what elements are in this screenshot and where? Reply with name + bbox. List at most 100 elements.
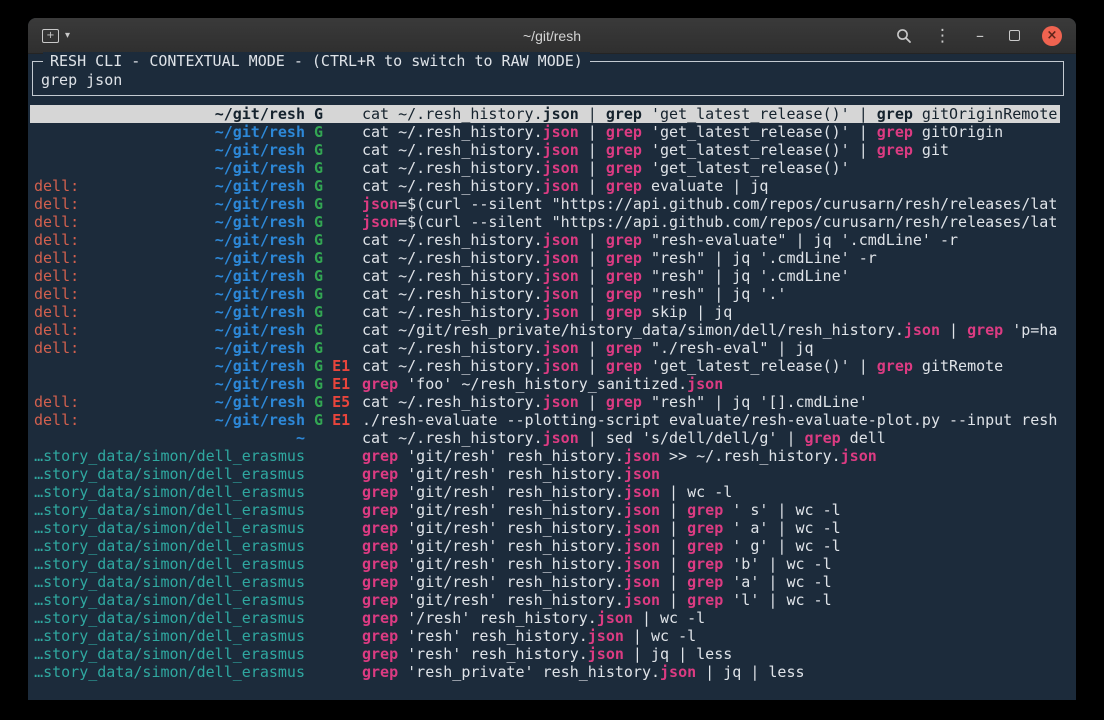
- new-tab-button[interactable]: +: [42, 29, 59, 43]
- command-text: cat ~/.resh_history.json | sed 's/dell/d…: [362, 429, 1060, 447]
- match-highlight: grep: [687, 501, 723, 519]
- host-dir-field: dell:~/git/resh: [34, 303, 305, 321]
- match-highlight: json: [624, 519, 660, 537]
- history-row[interactable]: dell:~/git/reshGcat ~/.resh_history.json…: [30, 177, 1060, 195]
- host-label: dell:: [34, 177, 79, 195]
- minimize-button[interactable]: –: [973, 26, 987, 45]
- history-row[interactable]: …story_data/simon/dell_erasmusgrep 'git/…: [30, 501, 1060, 519]
- terminal[interactable]: RESH CLI - CONTEXTUAL MODE - (CTRL+R to …: [28, 54, 1076, 700]
- flags-field: G: [314, 213, 360, 231]
- history-row[interactable]: …story_data/simon/dell_erasmusgrep 'git/…: [30, 537, 1060, 555]
- directory-label: ~/git/resh: [215, 177, 305, 195]
- host-label: dell:: [34, 321, 79, 339]
- search-button[interactable]: [896, 28, 912, 44]
- directory-label: ~/git/resh: [215, 159, 305, 177]
- menu-button[interactable]: ⋮: [934, 26, 951, 46]
- directory-label: ~/git/resh: [215, 267, 305, 285]
- search-query-input[interactable]: grep json: [41, 71, 1055, 89]
- host-label: dell:: [34, 213, 79, 231]
- git-flag: G: [314, 339, 323, 357]
- host-dir-field: …story_data/simon/dell_erasmus: [34, 465, 305, 483]
- history-row[interactable]: dell:~/git/reshGcat ~/.resh_history.json…: [30, 249, 1060, 267]
- history-row[interactable]: …story_data/simon/dell_erasmusgrep 'git/…: [30, 519, 1060, 537]
- history-row[interactable]: dell:~/git/reshGcat ~/.resh_history.json…: [30, 231, 1060, 249]
- git-flag: G: [314, 303, 323, 321]
- flags-field: G E5: [314, 393, 360, 411]
- restore-button[interactable]: [1009, 30, 1020, 41]
- match-highlight: json: [543, 249, 579, 267]
- git-flag: G: [314, 249, 323, 267]
- history-row[interactable]: …story_data/simon/dell_erasmusgrep '/res…: [30, 609, 1060, 627]
- flags-field: [314, 609, 360, 627]
- history-row[interactable]: ~/git/reshGcat ~/.resh_history.json | gr…: [30, 123, 1060, 141]
- history-row[interactable]: dell:~/git/reshGcat ~/git/resh_private/h…: [30, 321, 1060, 339]
- history-row[interactable]: dell:~/git/reshG E1./resh-evaluate --plo…: [30, 411, 1060, 429]
- command-text: grep 'git/resh' resh_history.json | grep…: [362, 555, 1060, 573]
- git-flag: G: [314, 321, 323, 339]
- host-label: dell:: [34, 393, 79, 411]
- history-row[interactable]: …story_data/simon/dell_erasmusgrep 'resh…: [30, 663, 1060, 681]
- history-row[interactable]: ~/git/reshG E1cat ~/.resh_history.json |…: [30, 357, 1060, 375]
- history-row[interactable]: ~/git/reshGcat ~/.resh_history.json | gr…: [30, 105, 1060, 123]
- history-row[interactable]: …story_data/simon/dell_erasmusgrep 'git/…: [30, 447, 1060, 465]
- directory-label: ~/git/resh: [215, 249, 305, 267]
- command-text: grep 'foo' ~/resh_history_sanitized.json: [362, 375, 1060, 393]
- history-row[interactable]: …story_data/simon/dell_erasmusgrep 'git/…: [30, 573, 1060, 591]
- command-text: cat ~/git/resh_private/history_data/simo…: [362, 321, 1060, 339]
- close-button[interactable]: ×: [1042, 26, 1062, 46]
- history-row[interactable]: dell:~/git/reshGcat ~/.resh_history.json…: [30, 285, 1060, 303]
- match-highlight: grep: [362, 447, 398, 465]
- match-highlight: grep: [877, 141, 913, 159]
- history-row[interactable]: dell:~/git/reshGcat ~/.resh_history.json…: [30, 267, 1060, 285]
- match-highlight: json: [543, 141, 579, 159]
- history-row[interactable]: …story_data/simon/dell_erasmus grep 'git/…: [30, 555, 1060, 573]
- match-highlight: grep: [362, 465, 398, 483]
- host-dir-field: …story_data/simon/dell_erasmus: [34, 537, 305, 555]
- history-row[interactable]: dell:~/git/reshGjson=$(curl --silent "ht…: [30, 213, 1060, 231]
- host-dir-field: …story_data/simon/dell_erasmus: [34, 591, 305, 609]
- history-row[interactable]: ~/git/reshGcat ~/.resh_history.json | gr…: [30, 141, 1060, 159]
- directory-label: ~/git/resh: [215, 411, 305, 429]
- flags-field: G: [314, 303, 360, 321]
- flags-field: [314, 501, 360, 519]
- match-highlight: grep: [606, 357, 642, 375]
- history-row[interactable]: …story_data/simon/dell_erasmusgrep 'git/…: [30, 483, 1060, 501]
- terminal-window: + ▾ ~/git/resh ⋮ – ×: [28, 18, 1076, 700]
- host-dir-field: dell:~/git/resh: [34, 195, 305, 213]
- command-text: grep 'git/resh' resh_history.json | grep…: [362, 573, 1060, 591]
- history-row[interactable]: dell:~/git/reshG E5cat ~/.resh_history.j…: [30, 393, 1060, 411]
- host-dir-field: dell: ~/git/resh: [34, 267, 305, 285]
- flags-field: G: [314, 195, 360, 213]
- history-row[interactable]: …story_data/simon/dell_erasmusgrep 'resh…: [30, 645, 1060, 663]
- git-flag: G: [314, 123, 323, 141]
- history-row[interactable]: ~cat ~/.resh_history.json | sed 's/dell/…: [30, 429, 1060, 447]
- match-highlight: grep: [606, 285, 642, 303]
- host-dir-field: …story_data/simon/dell_erasmus: [34, 555, 305, 573]
- restore-icon: [1009, 30, 1020, 41]
- history-row[interactable]: dell:~/git/resh Gjson=$(curl --silent "ht…: [30, 195, 1060, 213]
- history-row[interactable]: …story_data/simon/dell_erasmusgrep 'git/…: [30, 591, 1060, 609]
- flags-field: G: [314, 105, 360, 123]
- git-flag: G: [314, 357, 323, 375]
- history-row[interactable]: dell:~/git/reshGcat ~/.resh_history.json…: [30, 339, 1060, 357]
- match-highlight: json: [588, 627, 624, 645]
- error-flag: E1: [332, 357, 350, 375]
- error-flag: E1: [332, 375, 350, 393]
- host-label: dell:: [34, 267, 79, 285]
- command-text: cat ~/.resh_history.json | grep "resh" |…: [362, 393, 1060, 411]
- flags-field: G: [314, 267, 360, 285]
- new-tab-dropdown-button[interactable]: ▾: [65, 30, 70, 41]
- host-dir-field: dell: ~/git/resh: [34, 177, 305, 195]
- flags-field: G: [314, 141, 360, 159]
- command-text: json=$(curl --silent "https://api.github…: [362, 195, 1060, 213]
- history-row[interactable]: dell:~/git/reshGcat ~/.resh_history.json…: [30, 303, 1060, 321]
- history-row[interactable]: ~/git/reshGcat ~/.resh_history.json | gr…: [30, 159, 1060, 177]
- command-text: grep 'git/resh' resh_history.json | grep…: [362, 519, 1060, 537]
- history-row[interactable]: …story_data/simon/dell_erasmusgrep 'git/…: [30, 465, 1060, 483]
- chevron-down-icon: ▾: [65, 30, 70, 41]
- history-row[interactable]: …story_data/simon/dell_erasmusgrep 'resh…: [30, 627, 1060, 645]
- match-highlight: grep: [362, 663, 398, 681]
- flags-field: [314, 465, 360, 483]
- history-row[interactable]: ~/git/reshG E1grep 'foo' ~/resh_history_…: [30, 375, 1060, 393]
- match-highlight: json: [543, 267, 579, 285]
